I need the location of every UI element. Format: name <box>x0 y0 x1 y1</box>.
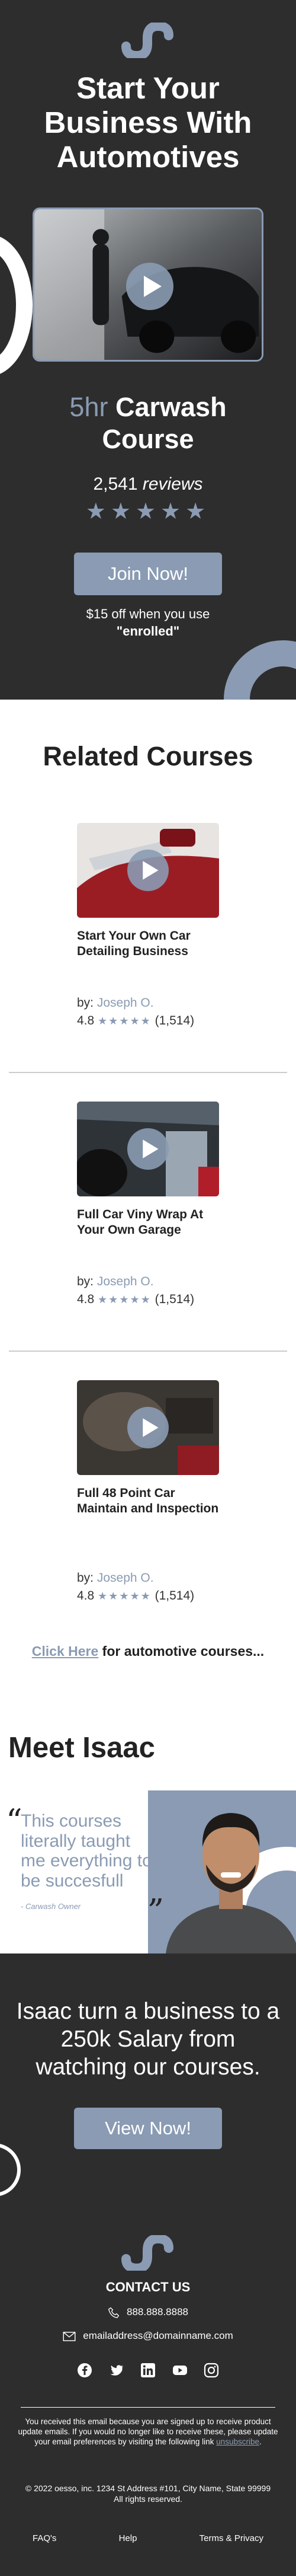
offer-line: $15 off when you use <box>86 607 210 621</box>
course-thumbnail[interactable] <box>77 1380 219 1475</box>
isaac-portrait <box>166 1813 296 1953</box>
play-icon[interactable] <box>126 263 173 310</box>
hero-title: Start Your Business With Automotives <box>44 71 252 174</box>
more-courses-text: for automotive courses... <box>98 1643 265 1659</box>
terms-privacy-link[interactable]: Terms & Privacy <box>200 2533 263 2543</box>
course-author: by: Joseph O. <box>77 996 154 1010</box>
hero-video-thumbnail[interactable] <box>33 208 263 362</box>
by-label: by: <box>77 996 94 1010</box>
play-icon[interactable] <box>127 1128 169 1170</box>
related-courses-heading: Related Courses <box>43 741 253 771</box>
course-card[interactable]: Full 48 Point Car Maintain and Inspectio… <box>77 1380 219 1603</box>
twitter-icon[interactable] <box>109 2363 124 2378</box>
rating-stars: ★★★★★ <box>98 1590 152 1602</box>
offer-text: $15 off when you use "enrolled" <box>36 606 260 640</box>
course-name: Carwash Course <box>102 392 227 454</box>
course-hours: 5hr <box>69 392 108 422</box>
company-address: © 2022 oesso, inc. 1234 St Address #101,… <box>18 2483 278 2504</box>
brand-logo <box>121 2235 173 2271</box>
author-name[interactable]: Joseph O. <box>97 1571 154 1585</box>
rating-count: (1,514) <box>155 1292 195 1306</box>
by-label: by: <box>77 1571 94 1585</box>
rating-value: 4.8 <box>77 1014 95 1027</box>
author-name[interactable]: Joseph O. <box>97 1275 154 1288</box>
faq-link[interactable]: FAQ's <box>33 2533 56 2543</box>
testimonial-quote: This courses literally taught me everyth… <box>21 1811 152 1891</box>
success-story-text: Isaac turn a business to a 250k Salary f… <box>16 1999 280 2080</box>
linkedin-icon[interactable] <box>140 2363 156 2378</box>
join-now-button[interactable]: Join Now! <box>74 553 222 595</box>
youtube-icon[interactable] <box>172 2363 188 2378</box>
hero-rating-stars: ★★★★★ <box>85 499 211 524</box>
rating-count: (1,514) <box>155 1589 195 1603</box>
rating-count: (1,514) <box>155 1014 195 1027</box>
instagram-icon[interactable] <box>204 2363 219 2378</box>
course-author: by: Joseph O. <box>77 1275 154 1289</box>
footer-section: Isaac turn a business to a 250k Salary f… <box>0 1953 296 2576</box>
rating-stars: ★★★★★ <box>98 1015 152 1027</box>
course-rating: 4.8 ★★★★★ (1,514) <box>77 1014 194 1028</box>
divider <box>9 1351 287 1352</box>
quote-citation: - Carwash Owner <box>21 1902 81 1911</box>
click-here-link[interactable]: Click Here <box>32 1643 99 1659</box>
email-icon <box>63 2331 76 2341</box>
footer-links: FAQ's Help Terms & Privacy <box>33 2533 263 2543</box>
address-line: © 2022 oesso, inc. 1234 St Address #101,… <box>25 2484 271 2493</box>
course-title[interactable]: Start Your Own Car Detailing Business <box>77 928 219 960</box>
phone-number[interactable]: 888.888.8888 <box>127 2306 188 2318</box>
promo-code: "enrolled" <box>116 623 180 639</box>
quote-open-mark: “ <box>6 1802 22 1840</box>
help-link[interactable]: Help <box>119 2533 137 2543</box>
course-title: 5hr Carwash Course <box>24 391 272 455</box>
rating-stars: ★★★★★ <box>98 1294 152 1305</box>
course-card[interactable]: Start Your Own Car Detailing Business by… <box>77 823 219 1027</box>
meet-isaac-heading: Meet Isaac <box>8 1732 155 1764</box>
by-label: by: <box>77 1275 94 1288</box>
reviews-count: 2,541 reviews <box>0 474 296 494</box>
contact-heading: CONTACT US <box>105 2280 191 2294</box>
email-page: Start Your Business With Automotives 5hr… <box>0 0 296 2576</box>
unsubscribe-link[interactable]: unsubscribe <box>216 2437 259 2446</box>
course-title[interactable]: Full 48 Point Car Maintain and Inspectio… <box>77 1486 219 1517</box>
brand-logo <box>121 23 173 58</box>
facebook-icon[interactable] <box>77 2363 92 2378</box>
email-address[interactable]: emailaddress@domainname.com <box>83 2330 233 2341</box>
course-rating: 4.8 ★★★★★ (1,514) <box>77 1589 194 1603</box>
course-thumbnail[interactable] <box>77 823 219 918</box>
quote-close-mark: „ <box>148 1872 165 1910</box>
play-icon[interactable] <box>127 1407 169 1448</box>
decorative-ring <box>224 640 296 700</box>
disclaimer-end: . <box>259 2437 262 2446</box>
rights-line: All rights reserved. <box>114 2494 182 2504</box>
phone-icon <box>108 2307 120 2318</box>
view-now-button[interactable]: View Now! <box>74 2108 222 2149</box>
course-rating: 4.8 ★★★★★ (1,514) <box>77 1292 194 1307</box>
divider <box>9 1072 287 1073</box>
email-row[interactable]: emailaddress@domainname.com <box>0 2330 296 2342</box>
social-links <box>77 2363 219 2378</box>
decorative-ring <box>0 234 33 376</box>
phone-row[interactable]: 888.888.8888 <box>0 2306 296 2319</box>
course-thumbnail[interactable] <box>77 1102 219 1196</box>
reviews-number: 2,541 <box>93 474 138 494</box>
hero-section: Start Your Business With Automotives 5hr… <box>0 0 296 700</box>
course-title[interactable]: Full Car Viny Wrap At Your Own Garage <box>77 1207 219 1238</box>
more-courses-line: Click Here for automotive courses... <box>0 1643 296 1659</box>
play-icon[interactable] <box>127 850 169 891</box>
course-author: by: Joseph O. <box>77 1571 154 1585</box>
email-disclaimer: You received this email because you are … <box>18 2417 278 2447</box>
rating-value: 4.8 <box>77 1292 95 1306</box>
rating-value: 4.8 <box>77 1589 95 1603</box>
author-name[interactable]: Joseph O. <box>97 996 154 1010</box>
footer-divider <box>21 2407 275 2408</box>
reviews-word: reviews <box>142 474 203 494</box>
decorative-ring <box>0 2143 21 2197</box>
course-card[interactable]: Full Car Viny Wrap At Your Own Garage by… <box>77 1102 219 1306</box>
